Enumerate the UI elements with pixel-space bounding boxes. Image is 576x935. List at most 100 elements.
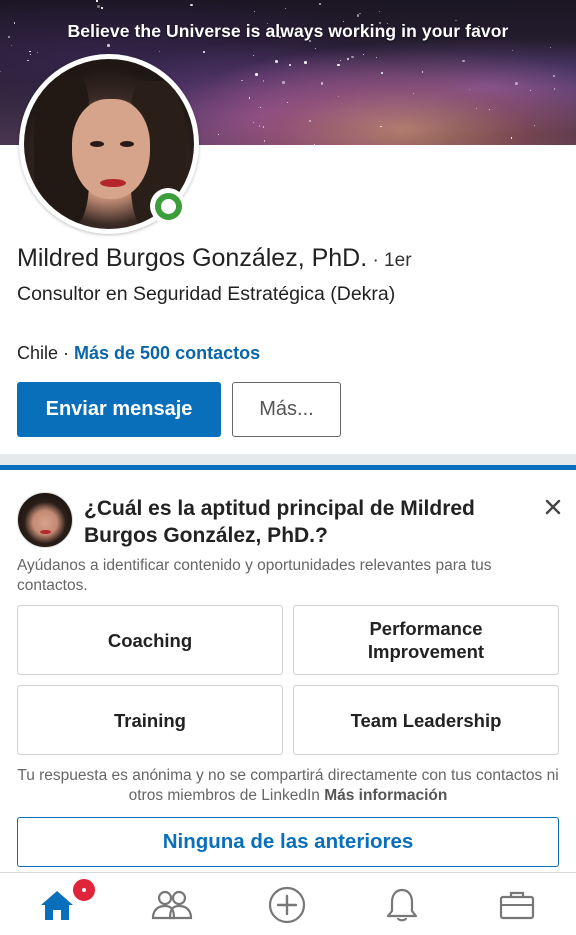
profile-name-line: Mildred Burgos González, PhD. · 1er <box>17 244 412 273</box>
banner-star <box>97 5 100 8</box>
close-icon[interactable] <box>540 494 566 520</box>
briefcase-icon <box>499 891 535 919</box>
banner-star <box>304 61 307 64</box>
section-divider <box>0 454 576 465</box>
banner-star <box>347 58 349 60</box>
skill-option-training[interactable]: Training <box>17 685 283 755</box>
banner-star <box>530 89 532 92</box>
banner-star <box>27 59 29 62</box>
banner-star <box>252 121 255 123</box>
notification-badge <box>71 877 97 903</box>
anonymity-disclaimer: Tu respuesta es anónima y no se comparti… <box>17 766 559 806</box>
banner-star <box>29 51 31 53</box>
banner-star <box>101 7 103 9</box>
none-of-the-above-button[interactable]: Ninguna de las anteriores <box>17 817 559 867</box>
banner-star <box>289 64 291 66</box>
banner-star <box>286 101 288 104</box>
skill-option-coaching[interactable]: Coaching <box>17 605 283 675</box>
banner-star <box>510 137 513 139</box>
nav-network[interactable] <box>132 873 212 935</box>
banner-star <box>337 95 340 98</box>
plus-circle-icon <box>268 886 306 923</box>
skill-option-performance-improvement[interactable]: Performance Improvement <box>293 605 559 675</box>
prompt-avatar <box>17 492 73 548</box>
banner-star <box>262 80 265 82</box>
banner-star <box>202 50 206 54</box>
banner-star <box>378 11 380 13</box>
banner-star <box>217 133 219 136</box>
banner-star <box>421 71 424 73</box>
banner-star <box>0 70 2 72</box>
profile-location: Chile · <box>17 343 75 363</box>
send-message-button[interactable]: Enviar mensaje <box>17 382 221 437</box>
banner-tagline: Believe the Universe is always working i… <box>67 21 509 41</box>
banner-star <box>379 22 381 24</box>
accent-divider <box>0 465 576 470</box>
profile-name: Mildred Burgos González, PhD. <box>17 244 368 272</box>
skill-option-label: Performance Improvement <box>367 618 485 662</box>
banner-star <box>241 79 243 82</box>
banner-star <box>249 97 251 99</box>
skill-helper-text: Ayúdanos a identificar contenido y oport… <box>17 557 492 594</box>
online-status-icon <box>150 188 186 224</box>
banner-star <box>462 59 465 63</box>
banner-star <box>469 89 471 91</box>
banner-star <box>96 0 98 2</box>
contacts-link[interactable]: Más de 500 contactos <box>74 343 260 363</box>
nav-jobs[interactable] <box>477 873 557 935</box>
banner-star <box>475 107 478 110</box>
banner-star <box>284 7 286 9</box>
banner-star <box>259 125 261 127</box>
banner-star <box>552 74 556 78</box>
banner-star <box>337 63 340 67</box>
banner-star <box>309 120 311 122</box>
banner-star <box>262 126 265 128</box>
more-info-link[interactable]: Más información <box>324 787 447 804</box>
banner-star <box>356 14 360 17</box>
banner-star <box>279 36 281 38</box>
banner-star <box>282 81 285 84</box>
banner-star <box>381 72 383 74</box>
profile-headline: Consultor en Seguridad Estratégica (Dekr… <box>17 283 396 305</box>
banner-star <box>488 108 490 111</box>
banner-star <box>260 107 262 109</box>
banner-star <box>36 51 39 53</box>
skill-option-team-leadership[interactable]: Team Leadership <box>293 685 559 755</box>
banner-star <box>533 124 536 127</box>
nav-notifications[interactable] <box>362 873 442 935</box>
banner-star <box>107 44 110 47</box>
banner-star <box>309 40 311 42</box>
nav-post[interactable] <box>247 873 327 935</box>
home-icon <box>41 890 73 920</box>
banner-star <box>313 143 316 145</box>
profile-location-line: Chile · Más de 500 contactos <box>17 343 260 364</box>
banner-star <box>159 51 161 53</box>
banner-star <box>315 47 317 50</box>
skill-question: ¿Cuál es la aptitud principal de Mildred… <box>84 497 475 547</box>
banner-star <box>363 53 365 56</box>
connection-degree: · 1er <box>367 250 412 271</box>
banner-star <box>233 32 235 34</box>
banner-star <box>320 82 323 85</box>
banner-star <box>511 49 513 52</box>
banner-star <box>380 126 382 128</box>
banner-star <box>319 3 321 5</box>
banner-star <box>375 56 378 59</box>
banner-star <box>253 54 255 56</box>
people-icon <box>151 890 193 919</box>
banner-star <box>29 53 32 55</box>
disclaimer-text: Tu respuesta es anónima y no se comparti… <box>17 767 559 804</box>
banner-star <box>550 47 552 49</box>
banner-star <box>11 44 13 47</box>
banner-star <box>515 82 518 85</box>
banner-star <box>78 32 80 34</box>
banner-star <box>190 3 193 7</box>
banner-star <box>455 19 457 22</box>
banner-star <box>266 22 268 24</box>
banner-star <box>359 12 361 14</box>
banner-star <box>275 60 278 63</box>
more-button[interactable]: Más... <box>232 382 341 437</box>
banner-star <box>253 10 255 13</box>
banner-star <box>339 59 341 61</box>
banner-star <box>264 140 266 142</box>
